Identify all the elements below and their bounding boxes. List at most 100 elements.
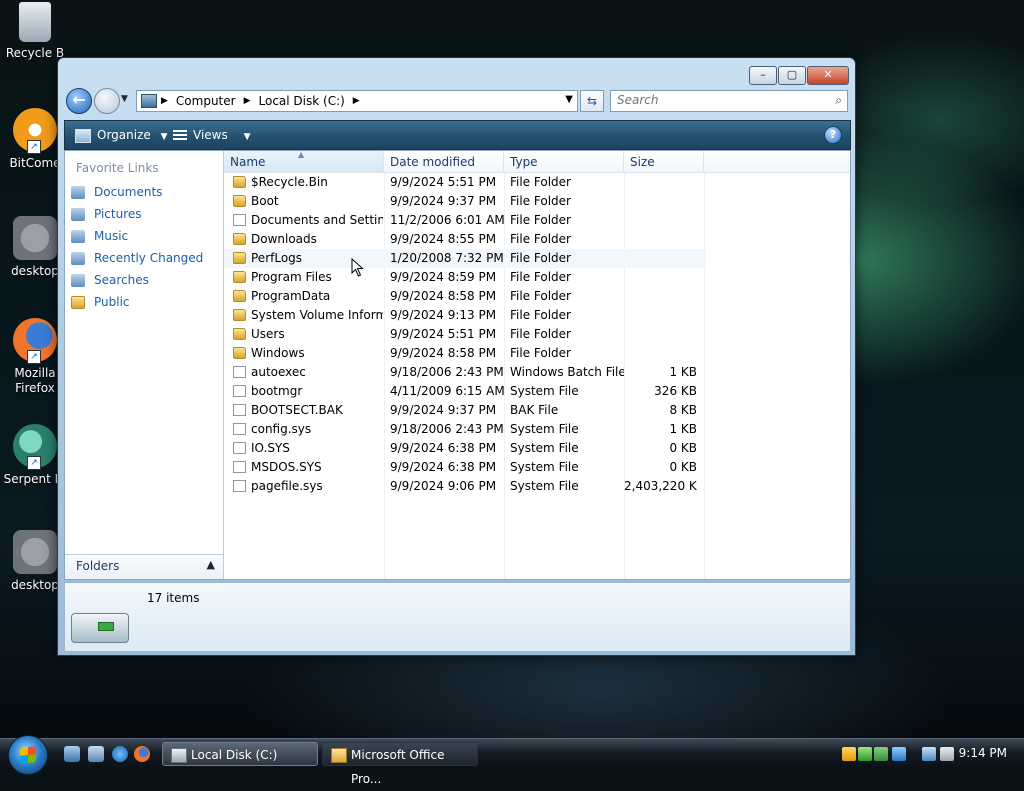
tray-green-icon[interactable] <box>858 747 872 761</box>
favorite-link-music[interactable]: Music <box>71 225 203 247</box>
forward-button[interactable] <box>94 88 120 114</box>
file-type: System File <box>510 460 579 474</box>
bitcomet-icon: ↗ <box>13 108 57 154</box>
table-row[interactable]: Boot 9/9/2024 9:37 PM File Folder <box>224 192 706 211</box>
table-row[interactable]: $Recycle.Bin 9/9/2024 5:51 PM File Folder <box>224 173 706 192</box>
address-dropdown-icon[interactable]: ▼ <box>565 94 573 105</box>
taskbar-item-office[interactable]: Microsoft Office Pro... <box>322 742 478 786</box>
views-icon <box>173 129 187 142</box>
file-name: pagefile.sys <box>251 479 323 493</box>
table-row[interactable]: Documents and Settings 11/2/2006 6:01 AM F… <box>224 211 706 230</box>
breadcrumb-separator-icon[interactable]: ▶ <box>161 96 168 106</box>
switch-windows-icon[interactable] <box>88 746 104 762</box>
table-row[interactable]: IO.SYS 9/9/2024 6:38 PM System File 0 KB <box>224 439 706 458</box>
hard-drive-icon <box>171 748 187 763</box>
breadcrumb-computer[interactable]: Computer <box>176 94 236 108</box>
tray-network-app-icon[interactable] <box>892 747 906 761</box>
firefox-icon[interactable] <box>134 746 150 762</box>
start-button[interactable] <box>8 735 48 775</box>
documents-icon <box>71 185 85 199</box>
internet-explorer-icon[interactable] <box>112 746 128 762</box>
file-date: 9/9/2024 6:38 PM <box>390 441 497 455</box>
file-name: MSDOS.SYS <box>251 460 322 474</box>
file-type: System File <box>510 422 579 436</box>
search-icon[interactable]: ⌕ <box>835 93 842 108</box>
file-date: 9/9/2024 8:59 PM <box>390 270 497 284</box>
minimize-button[interactable]: – <box>749 66 777 85</box>
system-file-icon <box>233 385 246 397</box>
hard-drive-icon <box>71 613 129 643</box>
show-desktop-icon[interactable] <box>64 746 80 762</box>
folder-icon <box>233 290 246 302</box>
favorite-link-label: Recently Changed <box>94 251 204 265</box>
taskbar-item-local-disk[interactable]: Local Disk (C:) <box>162 742 318 766</box>
security-shield-icon[interactable] <box>842 747 856 761</box>
folder-icon <box>233 347 246 359</box>
recent-pages-dropdown[interactable]: ▼ <box>121 94 128 104</box>
desktop-gear-icon <box>13 530 57 574</box>
column-header-name[interactable]: ▲ Name <box>224 150 384 173</box>
favorite-link-public[interactable]: Public <box>71 291 203 313</box>
favorite-link-searches[interactable]: Searches <box>71 269 203 291</box>
table-row[interactable]: config.sys 9/18/2006 2:43 PM System File 1 … <box>224 420 706 439</box>
file-name: Boot <box>251 194 279 208</box>
table-row[interactable]: ProgramData 9/9/2024 8:58 PM File Folder <box>224 287 706 306</box>
table-row[interactable]: Windows 9/9/2024 8:58 PM File Folder <box>224 344 706 363</box>
favorite-link-pictures[interactable]: Pictures <box>71 203 203 225</box>
computer-icon <box>141 94 157 108</box>
file-date: 11/2/2006 6:01 AM <box>390 213 504 227</box>
table-row[interactable]: PerfLogs 1/20/2008 7:32 PM File Folder <box>224 249 706 268</box>
file-type: File Folder <box>510 194 571 208</box>
table-row[interactable]: pagefile.sys 9/9/2024 9:06 PM System File 2… <box>224 477 706 496</box>
favorite-link-label: Documents <box>94 185 163 199</box>
views-button[interactable]: Views ▼ <box>173 121 250 149</box>
column-header-size[interactable]: Size <box>624 151 704 173</box>
volume-icon[interactable] <box>940 747 954 761</box>
folder-icon <box>71 295 85 309</box>
breadcrumb-separator-icon[interactable]: ▶ <box>244 96 251 106</box>
breadcrumb-local-disk[interactable]: Local Disk (C:) <box>259 94 345 108</box>
column-header-date[interactable]: Date modified <box>384 151 504 173</box>
table-row[interactable]: Users 9/9/2024 5:51 PM File Folder <box>224 325 706 344</box>
navigation-pane: Favorite Links Documents Pictures Music … <box>65 151 224 579</box>
table-row[interactable]: Downloads 9/9/2024 8:55 PM File Folder <box>224 230 706 249</box>
table-row[interactable]: bootmgr 4/11/2009 6:15 AM System File 326 K… <box>224 382 706 401</box>
folder-icon <box>233 328 246 340</box>
file-name: System Volume Inform... <box>251 308 383 322</box>
table-row[interactable]: Program Files 9/9/2024 8:59 PM File Folder <box>224 268 706 287</box>
tray-app-icon[interactable] <box>874 747 888 761</box>
desktop-icon-recycle-bin[interactable]: Recycle B <box>0 2 70 61</box>
address-bar[interactable]: ▶ Computer ▶ Local Disk (C:) ▶ ▼ <box>136 90 578 112</box>
explorer-window: – ▢ ✕ ← ▼ ▶ Computer ▶ Local Disk (C:) ▶… <box>57 57 856 656</box>
shortcut-arrow-icon: ↗ <box>27 140 41 154</box>
breadcrumb-separator-icon[interactable]: ▶ <box>353 96 360 106</box>
close-button[interactable]: ✕ <box>807 66 849 85</box>
file-name: ProgramData <box>251 289 331 303</box>
back-button[interactable]: ← <box>66 88 92 114</box>
organize-button[interactable]: Organize ▼ <box>75 121 168 149</box>
search-input[interactable] <box>611 91 823 109</box>
folders-toggle[interactable]: Folders ▲ <box>65 554 223 579</box>
maximize-button[interactable]: ▢ <box>778 66 806 85</box>
folder-icon <box>233 271 246 283</box>
column-header-type[interactable]: Type <box>504 151 624 173</box>
table-row[interactable]: autoexec 9/18/2006 2:43 PM Windows Batch F… <box>224 363 706 382</box>
file-type: File Folder <box>510 270 571 284</box>
file-type: File Folder <box>510 346 571 360</box>
clock[interactable]: 9:14 PM <box>959 746 1007 760</box>
refresh-button[interactable]: ⇆ <box>580 90 604 112</box>
network-icon[interactable] <box>922 747 936 761</box>
table-row[interactable]: MSDOS.SYS 9/9/2024 6:38 PM System File 0 KB <box>224 458 706 477</box>
help-icon[interactable]: ? <box>824 126 842 144</box>
chevron-down-icon: ▼ <box>160 132 168 142</box>
table-row[interactable]: BOOTSECT.BAK 9/9/2024 9:37 PM BAK File 8 KB <box>224 401 706 420</box>
searches-icon <box>71 273 85 287</box>
favorite-link-recently-changed[interactable]: Recently Changed <box>71 247 203 269</box>
folder-icon <box>233 176 246 188</box>
search-box[interactable]: ⌕ <box>610 90 848 112</box>
favorite-link-documents[interactable]: Documents <box>71 181 203 203</box>
recently-changed-icon <box>71 251 85 265</box>
taskbar-item-label: Microsoft Office Pro... <box>351 748 445 786</box>
table-row[interactable]: System Volume Inform... 9/9/2024 9:13 PM F… <box>224 306 706 325</box>
file-size: 0 KB <box>669 441 697 455</box>
